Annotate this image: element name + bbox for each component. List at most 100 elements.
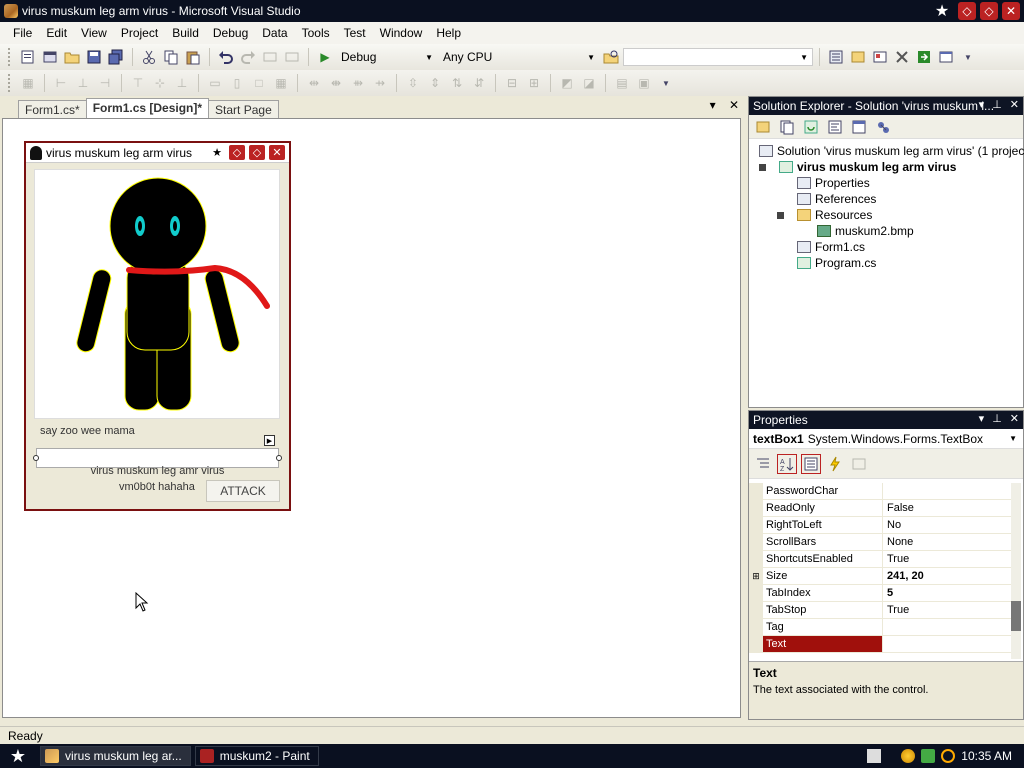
close-panel-icon[interactable]: ✕ (1010, 412, 1019, 425)
property-grid-scrollbar[interactable] (1011, 483, 1021, 659)
menu-data[interactable]: Data (255, 26, 294, 40)
make-same-size-icon[interactable]: □ (249, 73, 269, 93)
start-debugging-icon[interactable]: ▶ (315, 47, 335, 67)
menu-edit[interactable]: Edit (39, 26, 74, 40)
tree-properties-node[interactable]: Properties (797, 175, 870, 191)
property-value[interactable]: 5 (883, 585, 893, 601)
tab-form1-design[interactable]: Form1.cs [Design]* (85, 98, 210, 118)
property-value[interactable] (883, 636, 887, 652)
solution-configuration-dropdown[interactable]: Debug ▼ (337, 48, 437, 66)
property-value[interactable]: 241, 20 (883, 568, 924, 584)
menu-project[interactable]: Project (114, 26, 165, 40)
size-to-grid-icon[interactable]: ▦ (271, 73, 291, 93)
menu-view[interactable]: View (74, 26, 114, 40)
tree-project-node[interactable]: virus muskum leg arm virus (779, 159, 956, 175)
property-pages-icon[interactable] (849, 454, 869, 474)
bring-to-front-icon[interactable]: ◩ (557, 73, 577, 93)
make-same-height-icon[interactable]: ▯ (227, 73, 247, 93)
lock-controls-icon[interactable]: ▣ (634, 73, 654, 93)
toolbar-grip[interactable] (8, 74, 12, 92)
refresh-icon[interactable] (801, 117, 821, 137)
solution-explorer-icon[interactable] (826, 47, 846, 67)
active-files-dropdown-icon[interactable]: ▾ (710, 98, 716, 112)
form-close-button[interactable]: ✕ (269, 145, 285, 160)
align-bottoms-icon[interactable]: ⊥ (172, 73, 192, 93)
show-all-files-icon[interactable] (777, 117, 797, 137)
maximize-button[interactable]: ◇ (980, 2, 998, 20)
solution-platform-dropdown[interactable]: Any CPU ▼ (439, 48, 599, 66)
auto-hide-pin-icon[interactable]: ⊥ (992, 412, 1002, 425)
view-code-icon[interactable] (825, 117, 845, 137)
security-icon[interactable] (921, 749, 936, 763)
find-box[interactable]: ▼ (623, 48, 813, 66)
menu-window[interactable]: Window (373, 26, 430, 40)
properties-view-icon[interactable] (801, 453, 821, 474)
new-project-icon[interactable] (18, 47, 38, 67)
property-value[interactable] (883, 483, 887, 499)
remove-horizontal-spacing-icon[interactable]: ⇸ (370, 73, 390, 93)
menu-file[interactable]: File (6, 26, 39, 40)
window-position-icon[interactable]: ▾ (979, 98, 985, 111)
taskbar-item-paint[interactable]: muskum2 - Paint (194, 746, 319, 766)
property-row[interactable]: ScrollBars None (749, 534, 1011, 551)
object-browser-icon[interactable] (870, 47, 890, 67)
horizontal-spacing-icon[interactable]: ⇹ (304, 73, 324, 93)
remove-vertical-spacing-icon[interactable]: ⇵ (469, 73, 489, 93)
property-row[interactable]: TabIndex 5 (749, 585, 1011, 602)
copy-icon[interactable] (161, 47, 181, 67)
property-value[interactable]: None (883, 534, 913, 550)
send-to-back-icon[interactable]: ◪ (579, 73, 599, 93)
toolbar-grip[interactable] (8, 48, 12, 66)
toolbox-icon[interactable] (892, 47, 912, 67)
center-horizontally-icon[interactable]: ⊟ (502, 73, 522, 93)
window-position-icon[interactable]: ▾ (979, 412, 985, 425)
menu-debug[interactable]: Debug (206, 26, 255, 40)
tree-bitmap-node[interactable]: muskum2.bmp (817, 223, 914, 239)
smart-tag-icon[interactable]: ▶ (264, 435, 275, 446)
window-options-icon[interactable] (936, 47, 956, 67)
align-to-grid-icon[interactable]: ▦ (18, 73, 38, 93)
align-tops-icon[interactable]: ⊤ (128, 73, 148, 93)
property-row[interactable]: ⊞ Size 241, 20 (749, 568, 1011, 585)
close-button[interactable]: ✕ (1002, 2, 1020, 20)
toolbar-overflow-icon[interactable]: ▼ (656, 73, 676, 93)
collapse-node-icon[interactable] (777, 212, 784, 219)
picture-box[interactable] (34, 169, 280, 419)
tree-program-node[interactable]: Program.cs (797, 255, 876, 271)
open-file-icon[interactable] (62, 47, 82, 67)
undo-icon[interactable] (216, 47, 236, 67)
decrease-horizontal-spacing-icon[interactable]: ⇻ (348, 73, 368, 93)
navigate-back-icon[interactable] (260, 47, 280, 67)
property-row[interactable]: ReadOnly False (749, 500, 1011, 517)
close-panel-icon[interactable]: ✕ (1010, 98, 1019, 111)
increase-vertical-spacing-icon[interactable]: ⇕ (425, 73, 445, 93)
form-designer-surface[interactable]: virus muskum leg arm virus ★ ◇ ◇ ✕ say z… (2, 118, 741, 718)
toolbar-overflow-icon[interactable]: ▼ (958, 47, 978, 67)
decrease-vertical-spacing-icon[interactable]: ⇅ (447, 73, 467, 93)
tab-order-icon[interactable]: ▤ (612, 73, 632, 93)
property-value[interactable]: True (883, 551, 909, 567)
align-rights-icon[interactable]: ⊣ (95, 73, 115, 93)
cut-icon[interactable] (139, 47, 159, 67)
property-row-selected[interactable]: Text (749, 636, 1011, 653)
form1-window[interactable]: virus muskum leg arm virus ★ ◇ ◇ ✕ say z… (24, 141, 291, 511)
properties-icon[interactable] (753, 117, 773, 137)
tree-references-node[interactable]: References (797, 191, 876, 207)
tree-solution-node[interactable]: Solution 'virus muskum leg arm virus' (1… (759, 143, 1024, 159)
start-page-icon[interactable] (914, 47, 934, 67)
start-button[interactable]: ★ (0, 744, 36, 768)
align-middles-icon[interactable]: ⊹ (150, 73, 170, 93)
tree-form1-node[interactable]: Form1.cs (797, 239, 865, 255)
redo-icon[interactable] (238, 47, 258, 67)
object-selector[interactable]: textBox1 System.Windows.Forms.TextBox ▼ (749, 429, 1023, 449)
save-icon[interactable] (84, 47, 104, 67)
align-lefts-icon[interactable]: ⊢ (51, 73, 71, 93)
tab-start-page[interactable]: Start Page (208, 100, 279, 118)
property-row[interactable]: RightToLeft No (749, 517, 1011, 534)
property-value[interactable]: True (883, 602, 909, 618)
property-value[interactable] (883, 619, 887, 635)
property-value[interactable]: No (883, 517, 901, 533)
minimize-button[interactable]: ◇ (958, 2, 976, 20)
menu-test[interactable]: Test (337, 26, 373, 40)
categorized-icon[interactable] (753, 454, 773, 474)
